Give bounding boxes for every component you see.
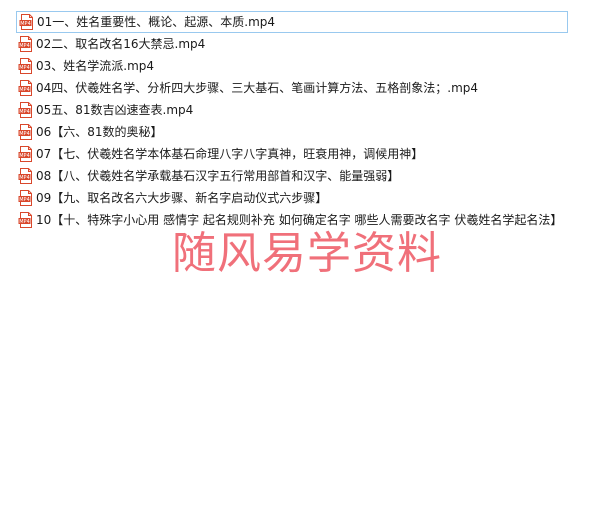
file-list: MP4 01一、姓名重要性、概论、起源、本质.mp4 MP4 02二、取名改名1… — [16, 11, 576, 231]
file-name: 02二、取名改名16大禁忌.mp4 — [36, 37, 206, 51]
file-item-05[interactable]: MP4 05五、81数吉凶速查表.mp4 — [16, 99, 576, 121]
file-name: 05五、81数吉凶速查表.mp4 — [36, 103, 194, 117]
file-name: 06【六、81数的奥秘】 — [36, 125, 163, 139]
svg-text:MP4: MP4 — [20, 21, 31, 27]
file-item-09[interactable]: MP4 09【九、取名改名六大步骤、新名字启动仪式六步骤】 — [16, 187, 576, 209]
mp4-file-icon: MP4 — [18, 36, 32, 52]
file-name: 07【七、伏羲姓名学本体基石命理八字八字真神，旺衰用神，调候用神】 — [36, 147, 424, 161]
svg-text:MP4: MP4 — [19, 153, 30, 159]
file-name: 01一、姓名重要性、概论、起源、本质.mp4 — [37, 15, 276, 29]
file-item-01[interactable]: MP4 01一、姓名重要性、概论、起源、本质.mp4 — [16, 11, 568, 33]
file-item-03[interactable]: MP4 03、姓名学流派.mp4 — [16, 55, 576, 77]
file-item-07[interactable]: MP4 07【七、伏羲姓名学本体基石命理八字八字真神，旺衰用神，调候用神】 — [16, 143, 576, 165]
svg-text:MP4: MP4 — [19, 65, 30, 71]
file-item-06[interactable]: MP4 06【六、81数的奥秘】 — [16, 121, 576, 143]
explorer-window: MP4 01一、姓名重要性、概论、起源、本质.mp4 MP4 02二、取名改名1… — [0, 0, 609, 507]
svg-text:MP4: MP4 — [19, 175, 30, 181]
file-item-04[interactable]: MP4 04四、伏羲姓名学、分析四大步骤、三大基石、笔画计算方法、五格剖象法；.… — [16, 77, 576, 99]
svg-text:MP4: MP4 — [19, 109, 30, 115]
file-name: 03、姓名学流派.mp4 — [36, 59, 155, 73]
svg-text:MP4: MP4 — [19, 131, 30, 137]
mp4-file-icon: MP4 — [18, 146, 32, 162]
file-name: 08【八、伏羲姓名学承载基石汉字五行常用部首和汉字、能量强弱】 — [36, 169, 400, 183]
svg-text:MP4: MP4 — [19, 197, 30, 203]
file-item-02[interactable]: MP4 02二、取名改名16大禁忌.mp4 — [16, 33, 576, 55]
watermark-text: 随风易学资料 — [172, 228, 442, 279]
mp4-file-icon: MP4 — [18, 102, 32, 118]
svg-text:MP4: MP4 — [19, 219, 30, 225]
mp4-file-icon: MP4 — [18, 58, 32, 74]
mp4-file-icon: MP4 — [18, 124, 32, 140]
mp4-file-icon: MP4 — [19, 14, 33, 30]
mp4-file-icon: MP4 — [18, 80, 32, 96]
mp4-file-icon: MP4 — [18, 168, 32, 184]
mp4-file-icon: MP4 — [18, 212, 32, 228]
svg-text:MP4: MP4 — [19, 87, 30, 93]
mp4-file-icon: MP4 — [18, 190, 32, 206]
file-name: 09【九、取名改名六大步骤、新名字启动仪式六步骤】 — [36, 191, 328, 205]
file-item-08[interactable]: MP4 08【八、伏羲姓名学承载基石汉字五行常用部首和汉字、能量强弱】 — [16, 165, 576, 187]
file-name: 04四、伏羲姓名学、分析四大步骤、三大基石、笔画计算方法、五格剖象法；.mp4 — [36, 81, 479, 95]
svg-text:MP4: MP4 — [19, 43, 30, 49]
